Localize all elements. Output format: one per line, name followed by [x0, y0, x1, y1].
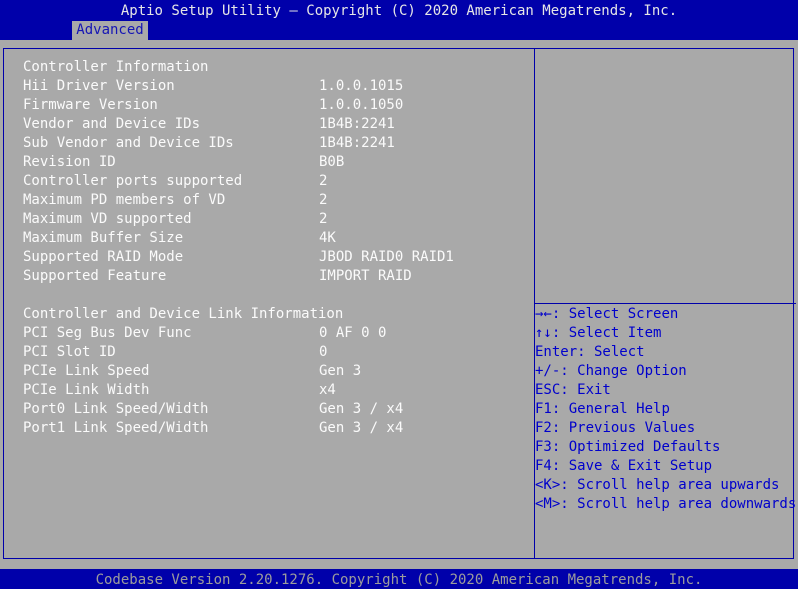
info-row-hii-driver-version: Hii Driver Version 1.0.0.1015: [23, 77, 403, 96]
info-row-firmware-version: Firmware Version 1.0.0.1050: [23, 96, 403, 115]
row-label: Port0 Link Speed/Width: [23, 401, 209, 417]
main-panel: Controller Information Hii Driver Versio…: [0, 40, 798, 569]
row-value: 2: [319, 192, 328, 208]
info-row-port1-link: Port1 Link Speed/Width Gen 3 / x4: [23, 419, 403, 438]
row-value: x4: [319, 382, 336, 398]
help-key: +/-:: [535, 363, 569, 379]
help-text: Scroll help area upwards: [568, 477, 780, 493]
help-text: Optimized Defaults: [560, 439, 721, 455]
row-label: Port1 Link Speed/Width: [23, 420, 209, 436]
help-scroll-up: <K>: Scroll help area upwards: [535, 476, 779, 495]
help-key: <M>:: [535, 496, 569, 512]
info-row-ports-supported: Controller ports supported 2: [23, 172, 327, 191]
row-value: 1.0.0.1015: [319, 78, 404, 94]
row-value: Gen 3: [319, 363, 362, 379]
link-info-heading: Controller and Device Link Information: [23, 306, 344, 322]
row-label: PCI Seg Bus Dev Func: [23, 325, 192, 341]
row-value: 2: [319, 173, 328, 189]
info-row-max-pd-members: Maximum PD members of VD 2: [23, 191, 327, 210]
row-value: B0B: [319, 154, 345, 170]
row-label: Maximum VD supported: [23, 211, 192, 227]
row-label: Firmware Version: [23, 97, 158, 113]
row-label: Maximum Buffer Size: [23, 230, 184, 246]
help-select-item: ↑↓: Select Item: [535, 324, 661, 343]
row-label: PCI Slot ID: [23, 344, 116, 360]
info-row-vendor-device-ids: Vendor and Device IDs 1B4B:2241: [23, 115, 395, 134]
info-row-port0-link: Port0 Link Speed/Width Gen 3 / x4: [23, 400, 403, 419]
row-value: 0: [319, 344, 328, 360]
help-text: Exit: [568, 382, 611, 398]
help-key: F2:: [535, 420, 561, 436]
info-row-supported-feature: Supported Feature IMPORT RAID: [23, 267, 412, 286]
help-key: ESC:: [535, 382, 569, 398]
help-previous-values: F2: Previous Values: [535, 419, 695, 438]
info-row-supported-raid-mode: Supported RAID Mode JBOD RAID0 RAID1: [23, 248, 454, 267]
help-select-screen: →←: Select Screen: [535, 305, 678, 324]
help-key: F3:: [535, 439, 561, 455]
controller-info-heading: Controller Information: [23, 59, 209, 75]
row-value: 0 AF 0 0: [319, 325, 387, 341]
row-value: 1.0.0.1050: [319, 97, 404, 113]
row-label: PCIe Link Width: [23, 382, 150, 398]
help-key: F4:: [535, 458, 561, 474]
info-row-pci-slot-id: PCI Slot ID 0: [23, 343, 327, 362]
row-label: Supported RAID Mode: [23, 249, 184, 265]
row-value: JBOD RAID0 RAID1: [319, 249, 454, 265]
help-enter-select: Enter: Select: [535, 343, 645, 362]
row-value: 2: [319, 211, 328, 227]
help-key: ↑↓:: [535, 325, 561, 341]
row-value: Gen 3 / x4: [319, 401, 404, 417]
row-value: 4K: [319, 230, 336, 246]
help-optimized-defaults: F3: Optimized Defaults: [535, 438, 720, 457]
info-row-revision-id: Revision ID B0B: [23, 153, 344, 172]
help-scroll-down: <M>: Scroll help area downwards: [535, 495, 796, 514]
info-row-pci-seg-bus-dev-func: PCI Seg Bus Dev Func 0 AF 0 0: [23, 324, 386, 343]
help-area-separator: [535, 303, 796, 304]
row-value: 1B4B:2241: [319, 135, 395, 151]
help-change-option: +/-: Change Option: [535, 362, 687, 381]
help-text: Select Item: [560, 325, 662, 341]
row-value: IMPORT RAID: [319, 268, 412, 284]
row-label: Controller ports supported: [23, 173, 243, 189]
help-text: Select: [585, 344, 645, 360]
info-row-pcie-link-width: PCIe Link Width x4: [23, 381, 336, 400]
row-label: Vendor and Device IDs: [23, 116, 201, 132]
row-label: Sub Vendor and Device IDs: [23, 135, 234, 151]
info-row-pcie-link-speed: PCIe Link Speed Gen 3: [23, 362, 361, 381]
help-key: →←:: [535, 306, 561, 322]
row-label: PCIe Link Speed: [23, 363, 150, 379]
row-value: 1B4B:2241: [319, 116, 395, 132]
window-title: Aptio Setup Utility – Copyright (C) 2020…: [0, 0, 798, 20]
row-label: Revision ID: [23, 154, 116, 170]
row-label: Maximum PD members of VD: [23, 192, 226, 208]
info-row-max-vd-supported: Maximum VD supported 2: [23, 210, 327, 229]
status-bar: Codebase Version 2.20.1276. Copyright (C…: [0, 569, 798, 589]
help-key: F1:: [535, 401, 561, 417]
help-text: Scroll help area downwards: [568, 496, 797, 512]
info-row-max-buffer-size: Maximum Buffer Size 4K: [23, 229, 336, 248]
row-label: Hii Driver Version: [23, 78, 175, 94]
row-value: Gen 3 / x4: [319, 420, 404, 436]
help-save-exit: F4: Save & Exit Setup: [535, 457, 712, 476]
help-text: Previous Values: [560, 420, 696, 436]
help-text: General Help: [560, 401, 670, 417]
help-key: Enter:: [535, 344, 586, 360]
help-text: Change Option: [568, 363, 687, 379]
tab-advanced[interactable]: Advanced: [72, 21, 148, 40]
help-key: <K>:: [535, 477, 569, 493]
help-text: Select Screen: [560, 306, 679, 322]
help-exit: ESC: Exit: [535, 381, 611, 400]
tab-strip: Advanced: [0, 20, 798, 40]
row-label: Supported Feature: [23, 268, 167, 284]
help-general-help: F1: General Help: [535, 400, 670, 419]
help-text: Save & Exit Setup: [560, 458, 713, 474]
info-row-sub-vendor-device-ids: Sub Vendor and Device IDs 1B4B:2241: [23, 134, 395, 153]
